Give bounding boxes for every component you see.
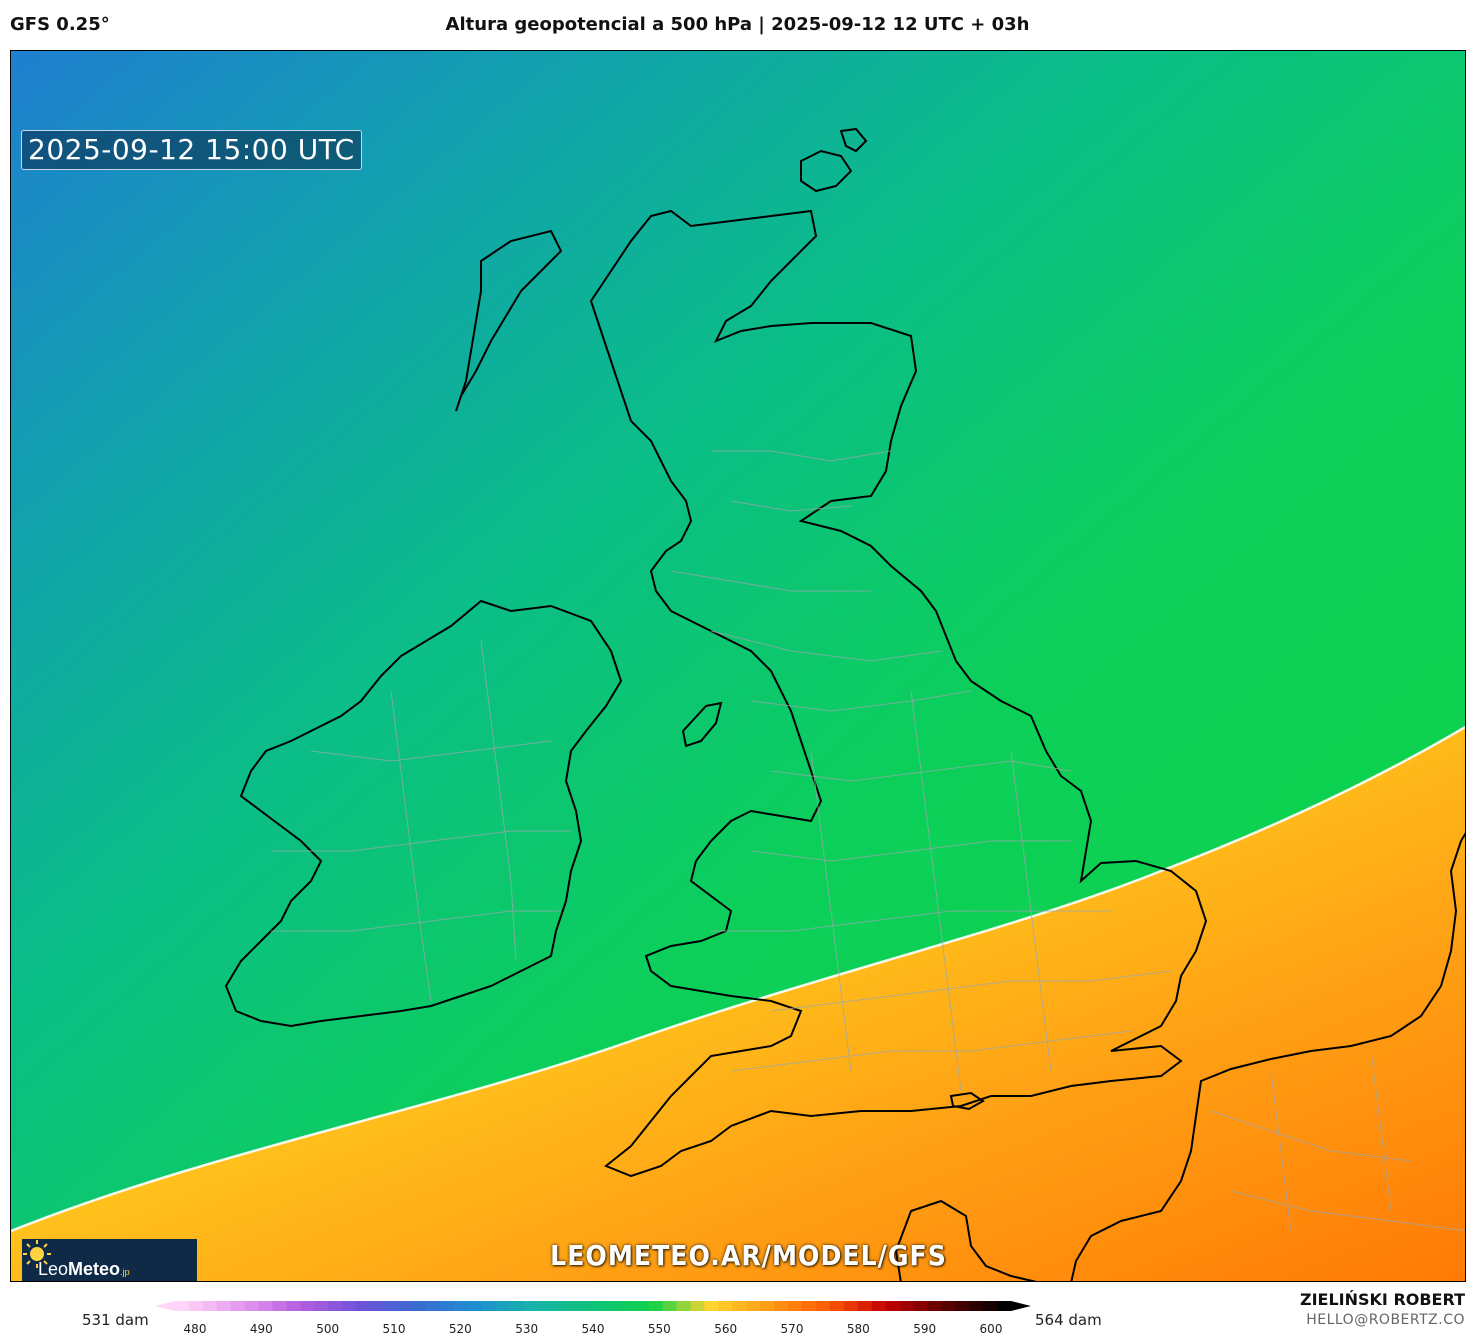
colorbar-swatch bbox=[453, 1301, 469, 1311]
colorbar-swatch bbox=[537, 1301, 552, 1311]
colorbar-swatch bbox=[244, 1301, 260, 1311]
colorbar-swatch bbox=[774, 1301, 789, 1311]
chart-title: Altura geopotencial a 500 hPa | 2025-09-… bbox=[445, 14, 1030, 35]
colorbar-swatch bbox=[662, 1301, 678, 1311]
colorbar-swatch bbox=[300, 1301, 315, 1311]
colorbar-swatch bbox=[397, 1301, 413, 1311]
colorbar-swatches bbox=[155, 1301, 1031, 1311]
colorbar-swatch bbox=[216, 1301, 232, 1311]
colorbar-swatch bbox=[704, 1301, 719, 1311]
colorbar-swatch bbox=[342, 1301, 357, 1311]
colorbar-swatch bbox=[425, 1301, 441, 1311]
website-watermark[interactable]: LEOMETEO.AR/MODEL/GFS bbox=[11, 1239, 1465, 1272]
colorbar-swatch bbox=[620, 1301, 636, 1311]
colorbar-swatch bbox=[356, 1301, 371, 1311]
colorbar-tick-label: 540 bbox=[582, 1322, 605, 1335]
colorbar-swatch bbox=[718, 1301, 733, 1311]
colorbar-tick-label: 570 bbox=[781, 1322, 804, 1335]
colorbar-swatch bbox=[871, 1301, 887, 1311]
colorbar-swatch bbox=[411, 1301, 427, 1311]
colorbar-swatch bbox=[815, 1301, 831, 1311]
colorbar-swatch bbox=[286, 1301, 301, 1311]
colorbar-swatch bbox=[467, 1301, 483, 1311]
colorbar-swatch bbox=[843, 1301, 859, 1311]
colorbar-tick-label: 520 bbox=[449, 1322, 472, 1335]
colorbar-swatch bbox=[746, 1301, 761, 1311]
colorbar-swatch bbox=[593, 1301, 608, 1311]
colorbar-tick-label: 550 bbox=[648, 1322, 671, 1335]
colorbar-swatch bbox=[258, 1301, 274, 1311]
colorbar-swatch bbox=[913, 1301, 928, 1311]
colorbar-swatch bbox=[955, 1301, 970, 1311]
colorbar-swatch bbox=[788, 1301, 803, 1311]
colorbar-swatch bbox=[899, 1301, 915, 1311]
colorbar-swatch bbox=[495, 1301, 510, 1311]
author-contact[interactable]: HELLO@ROBERTZ.CO bbox=[1306, 1312, 1465, 1328]
colorbar-tick-label: 530 bbox=[515, 1322, 538, 1335]
colorbar-swatch bbox=[941, 1301, 956, 1311]
map-canvas bbox=[11, 51, 1465, 1281]
colorbar-swatch bbox=[509, 1301, 524, 1311]
colorbar-swatch bbox=[648, 1301, 664, 1311]
colorbar-swatch bbox=[969, 1301, 984, 1311]
colorbar-swatch bbox=[188, 1301, 204, 1311]
colorbar-swatch bbox=[829, 1301, 845, 1311]
colorbar-swatch bbox=[202, 1301, 218, 1311]
colorbar-swatch bbox=[314, 1301, 329, 1311]
colorbar-tick-label: 590 bbox=[913, 1322, 936, 1335]
colorbar-tick-label: 510 bbox=[383, 1322, 406, 1335]
colorbar-swatch bbox=[676, 1301, 692, 1311]
scale-max-label: 564 dam bbox=[1035, 1311, 1102, 1329]
colorbar-swatch bbox=[523, 1301, 538, 1311]
colorbar-swatch bbox=[565, 1301, 580, 1311]
colorbar: 480 490 500 510 520 530 540 550 560 570 580 590 600 bbox=[155, 1301, 1031, 1335]
author-name: ZIELIŃSKI ROBERT bbox=[1299, 1290, 1465, 1309]
colorbar-swatch bbox=[328, 1301, 343, 1311]
colorbar-swatch bbox=[481, 1301, 497, 1311]
colorbar-tick-label: 490 bbox=[250, 1322, 273, 1335]
colorbar-swatch bbox=[579, 1301, 594, 1311]
colorbar-swatch bbox=[384, 1301, 399, 1311]
valid-time-badge: 2025-09-12 15:00 UTC bbox=[21, 130, 362, 170]
colorbar-swatch bbox=[690, 1301, 706, 1311]
colorbar-max-arrow bbox=[1011, 1301, 1031, 1311]
colorbar-swatch bbox=[634, 1301, 650, 1311]
scale-min-label: 531 dam bbox=[82, 1311, 149, 1329]
colorbar-swatch bbox=[857, 1301, 873, 1311]
colorbar-swatch bbox=[983, 1301, 998, 1311]
colorbar-tick-label: 500 bbox=[316, 1322, 339, 1335]
colorbar-swatch bbox=[272, 1301, 288, 1311]
colorbar-min-arrow bbox=[155, 1301, 175, 1311]
colorbar-swatch bbox=[175, 1301, 190, 1311]
colorbar-swatch bbox=[606, 1301, 622, 1311]
colorbar-tick-label: 600 bbox=[980, 1322, 1003, 1335]
colorbar-swatch bbox=[439, 1301, 455, 1311]
colorbar-swatch bbox=[927, 1301, 942, 1311]
map-panel[interactable]: 2025-09-12 15:00 UTC LeoMeteo.jp LEOMETE… bbox=[10, 50, 1466, 1282]
colorbar-swatch bbox=[997, 1301, 1012, 1311]
colorbar-swatch bbox=[551, 1301, 566, 1311]
colorbar-swatch bbox=[802, 1301, 817, 1311]
colorbar-tick-label: 480 bbox=[184, 1322, 207, 1335]
colorbar-swatch bbox=[230, 1301, 246, 1311]
colorbar-swatch bbox=[370, 1301, 385, 1311]
colorbar-swatch bbox=[732, 1301, 747, 1311]
colorbar-tick-label: 560 bbox=[714, 1322, 737, 1335]
colorbar-swatch bbox=[885, 1301, 901, 1311]
colorbar-tick-label: 580 bbox=[847, 1322, 870, 1335]
colorbar-ticks: 480 490 500 510 520 530 540 550 560 570 580 590 600 bbox=[184, 1322, 1003, 1335]
colorbar-swatch bbox=[760, 1301, 775, 1311]
